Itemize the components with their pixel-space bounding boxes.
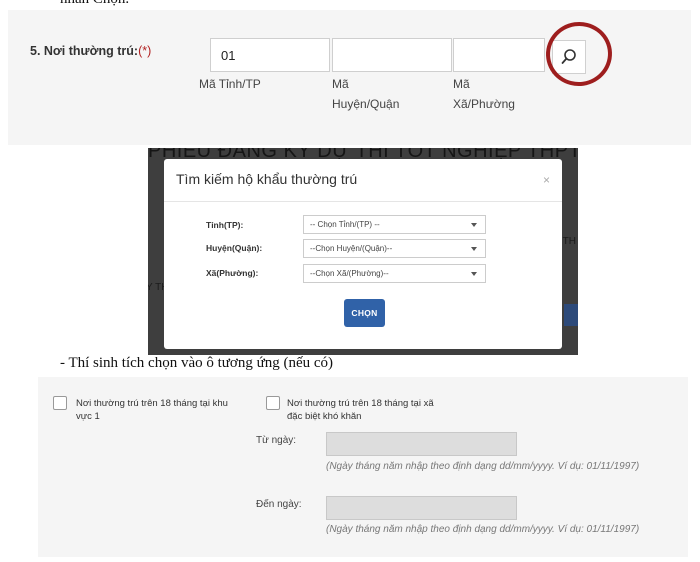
background-fragment-right: TH xyxy=(562,236,576,247)
area1-checkbox-label: Nơi thường trú trên 18 tháng tại khu vực… xyxy=(76,398,228,422)
ward-select[interactable]: --Chọn Xã/(Phường)-- xyxy=(303,264,486,283)
highlight-circle xyxy=(541,17,617,91)
province-label: Tỉnh(TP): xyxy=(206,220,244,230)
district-label: Huyện(Quận): xyxy=(206,243,263,253)
to-date-hint: (Ngày tháng năm nhập theo định dạng dd/m… xyxy=(326,524,640,535)
document-text-fragment: nhấn Chọn. xyxy=(60,0,129,8)
ward-code-caption: Mã Xã/Phường xyxy=(453,77,515,111)
ward-select-value: --Chọn Xã/(Phường)-- xyxy=(310,269,389,278)
modal-title: Tìm kiếm hộ khẩu thường trú xyxy=(176,171,358,187)
province-select-value: -- Chọn Tỉnh/(TP) -- xyxy=(310,220,380,229)
instruction-text: - Thí sinh tích chọn vào ô tương ứng (nế… xyxy=(60,355,334,371)
modal-screenshot: PHIẾU ĐĂNG KÝ DỰ THI TỐT NGHIỆP THPT Y T… xyxy=(148,148,578,355)
residence-panel: 5. Nơi thường trú:(*) 01 Mã Tỉnh/TP Mã H… xyxy=(8,10,691,145)
ward-label: Xã(Phường): xyxy=(206,268,259,278)
from-date-input[interactable] xyxy=(326,432,517,456)
ward-code-input[interactable] xyxy=(453,38,545,72)
district-code-caption: Mã Huyện/Quận xyxy=(332,77,400,111)
select-submit-button[interactable]: CHỌN xyxy=(344,299,385,327)
modal-divider xyxy=(164,201,562,202)
priority-options-panel: Nơi thường trú trên 18 tháng tại khu vực… xyxy=(38,377,688,557)
residence-label: 5. Nơi thường trú:(*) xyxy=(30,44,152,58)
search-residence-modal: Tìm kiếm hộ khẩu thường trú × Tỉnh(TP): … xyxy=(164,159,562,349)
difficult-commune-checkbox[interactable] xyxy=(266,396,280,410)
district-select-value: --Chọn Huyện/(Quận)-- xyxy=(310,244,393,253)
to-date-input[interactable] xyxy=(326,496,517,520)
district-select[interactable]: --Chọn Huyện/(Quận)-- xyxy=(303,239,486,258)
from-date-label: Từ ngày: xyxy=(256,435,297,446)
from-date-hint: (Ngày tháng năm nhập theo định dạng dd/m… xyxy=(326,461,640,472)
to-date-label: Đến ngày: xyxy=(256,499,302,510)
chevron-down-icon xyxy=(471,223,477,227)
district-code-input[interactable] xyxy=(332,38,452,72)
required-mark: (*) xyxy=(138,44,152,58)
difficult-commune-checkbox-label: Nơi thường trú trên 18 tháng tại xã đặc … xyxy=(287,398,434,422)
chevron-down-icon xyxy=(471,247,477,251)
province-code-input[interactable]: 01 xyxy=(210,38,330,72)
province-select[interactable]: -- Chọn Tỉnh/(TP) -- xyxy=(303,215,486,234)
chevron-down-icon xyxy=(471,272,477,276)
area1-checkbox[interactable] xyxy=(53,396,67,410)
background-button-fragment xyxy=(564,304,578,326)
province-code-caption: Mã Tỉnh/TP xyxy=(199,77,261,91)
close-icon[interactable]: × xyxy=(543,173,550,187)
